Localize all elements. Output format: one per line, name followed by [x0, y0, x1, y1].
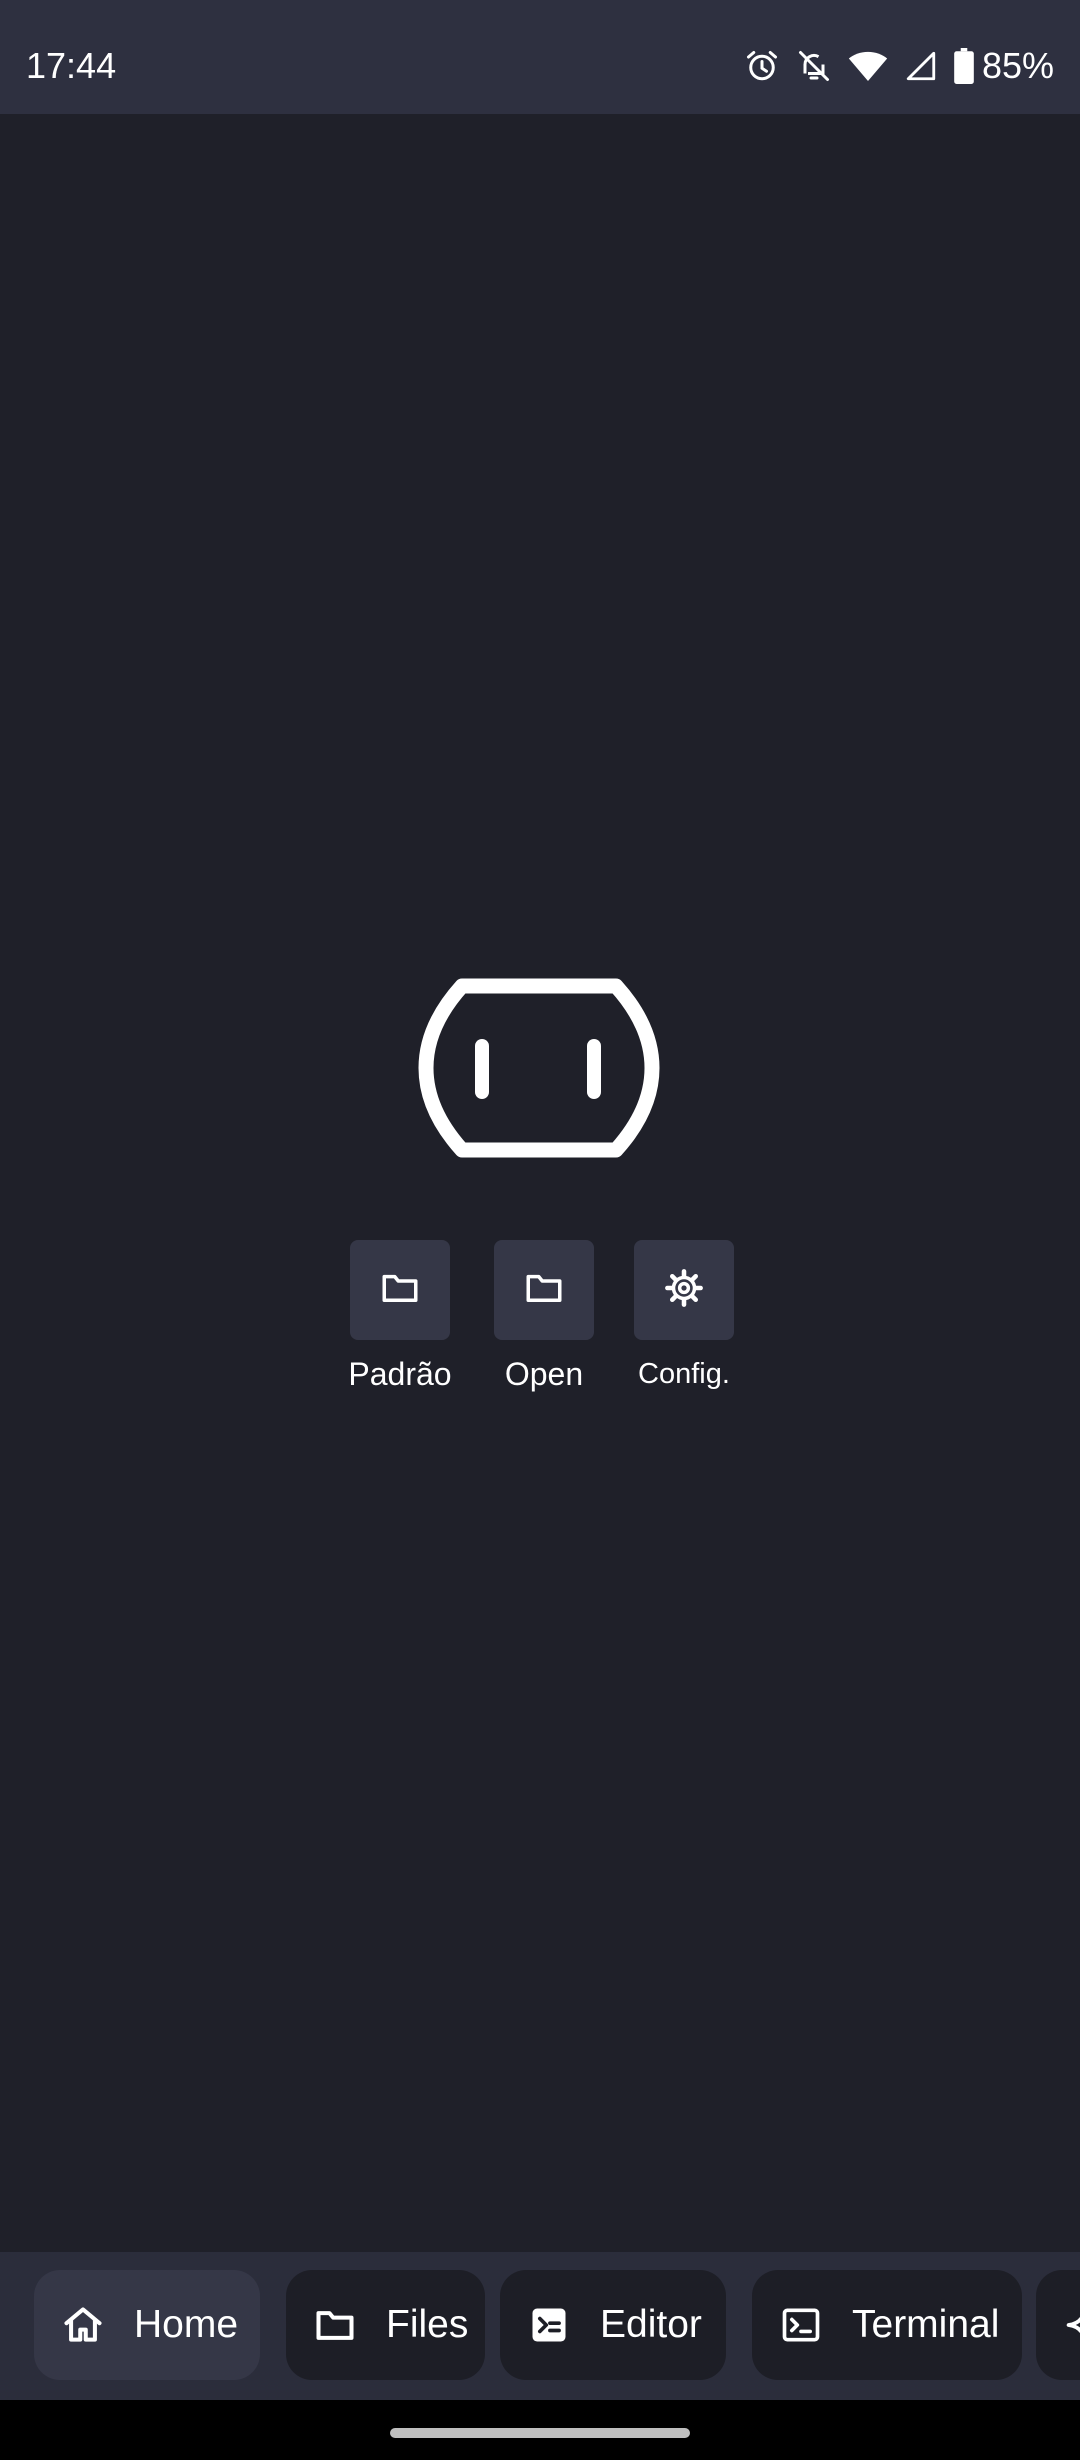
padrao-label: Padrão — [348, 1356, 452, 1392]
folder-icon — [523, 1267, 565, 1314]
main-content — [0, 114, 1080, 2252]
battery-icon — [954, 48, 974, 84]
padrao-button[interactable] — [350, 1240, 450, 1340]
battery-percent: 85% — [981, 45, 1054, 86]
tab-terminal[interactable]: Terminal — [752, 2270, 1022, 2380]
tab-home[interactable]: Home — [34, 2270, 260, 2380]
tab-editor-label: Editor — [600, 2303, 702, 2346]
sparkle-icon — [1060, 2300, 1080, 2350]
config-button[interactable] — [634, 1240, 734, 1340]
quick-action-open[interactable]: Open — [464, 1240, 624, 1394]
bottom-nav: Home Files Editor Terminal — [0, 2252, 1080, 2400]
gesture-handle[interactable] — [390, 2428, 690, 2438]
quick-action-padrao[interactable]: Padrão — [320, 1240, 480, 1394]
status-time: 17:44 — [26, 45, 117, 86]
tab-ai[interactable] — [1036, 2270, 1080, 2380]
tab-files-label: Files — [386, 2303, 469, 2346]
cellular-signal-icon — [904, 49, 938, 83]
quick-actions: Padrão Open Config. — [0, 1240, 1080, 1410]
tab-files[interactable]: Files — [286, 2270, 485, 2380]
tab-terminal-label: Terminal — [852, 2303, 1000, 2346]
tab-editor[interactable]: Editor — [500, 2270, 726, 2380]
config-label: Config. — [638, 1358, 730, 1390]
status-icons: 85% — [744, 44, 1054, 88]
quick-action-config[interactable]: Config. — [604, 1240, 764, 1394]
app-logo — [418, 978, 660, 1158]
editor-icon — [524, 2300, 574, 2350]
gesture-navigation-area — [0, 2400, 1080, 2460]
open-button[interactable] — [494, 1240, 594, 1340]
folder-icon — [310, 2300, 360, 2350]
status-bar: 17:44 85% — [0, 0, 1080, 114]
alarm-icon — [744, 48, 780, 84]
folder-icon — [379, 1267, 421, 1314]
terminal-icon — [776, 2300, 826, 2350]
wifi-icon — [848, 48, 888, 84]
gear-icon — [663, 1267, 705, 1314]
tab-home-label: Home — [134, 2303, 239, 2346]
open-label: Open — [504, 1356, 584, 1392]
home-icon — [58, 2300, 108, 2350]
notifications-off-icon — [796, 48, 832, 84]
